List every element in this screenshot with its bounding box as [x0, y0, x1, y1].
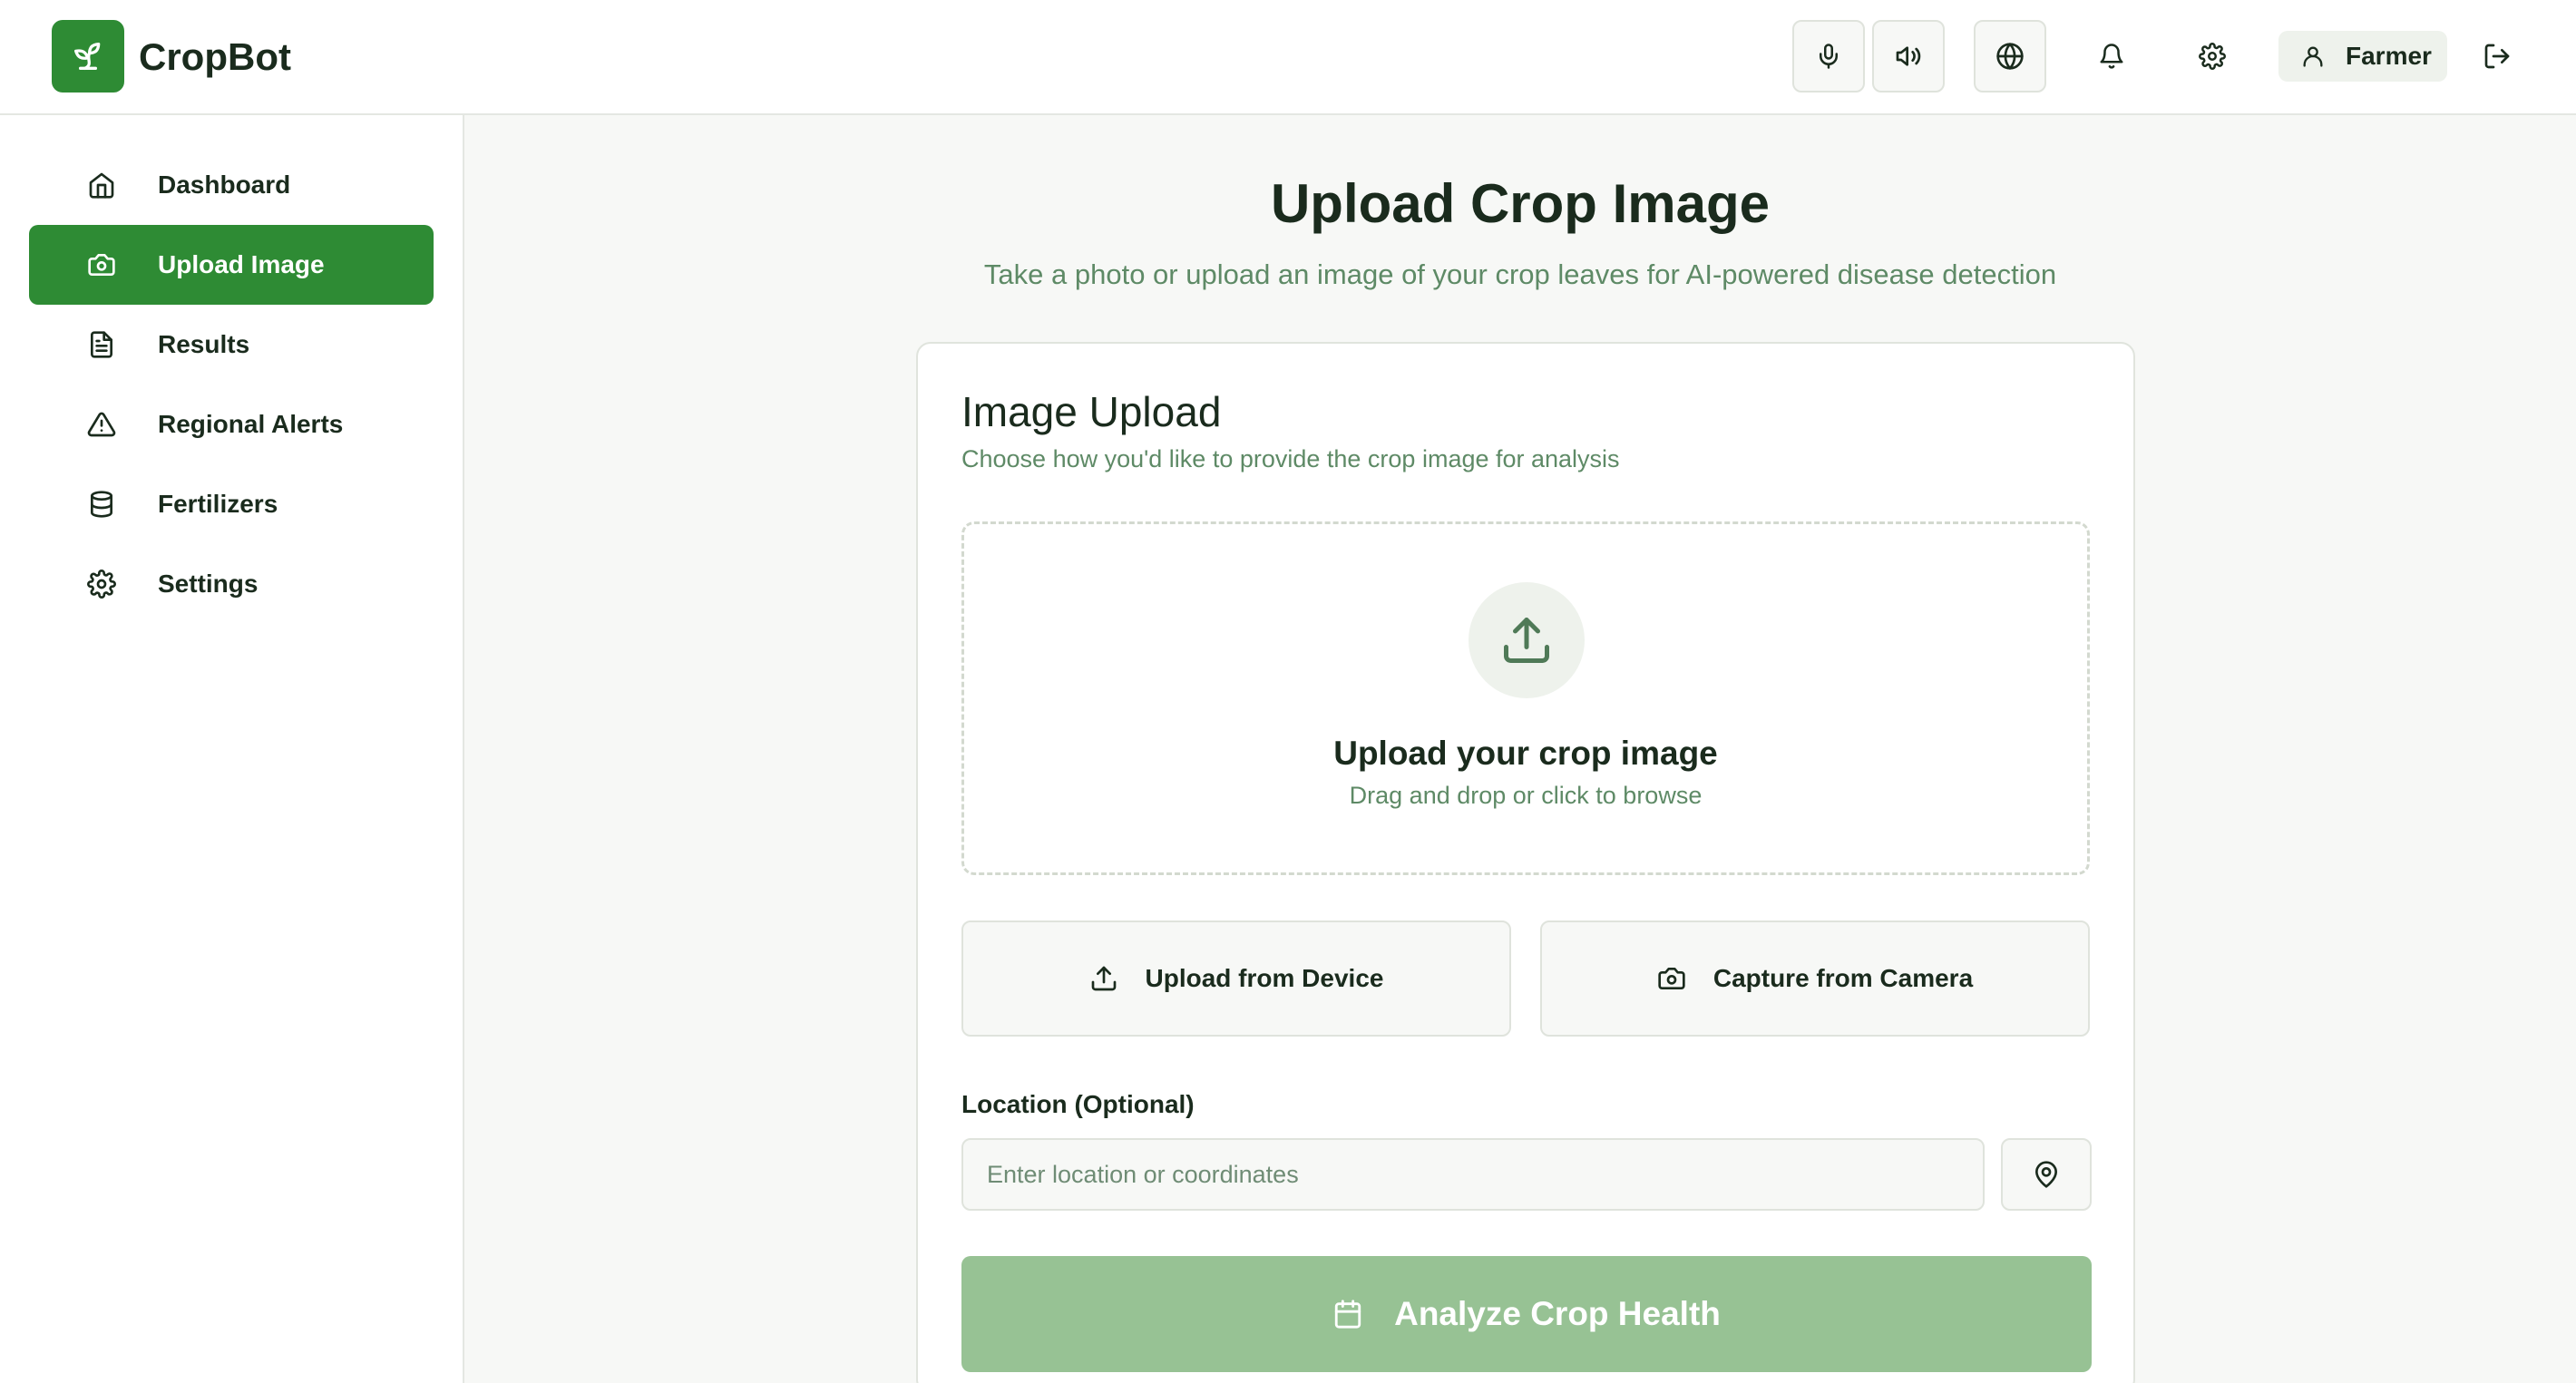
- warning-icon: [85, 408, 118, 441]
- page-title: Upload Crop Image: [1270, 173, 1771, 234]
- calendar-icon: [1334, 1300, 1361, 1329]
- logout-button[interactable]: [2466, 25, 2528, 87]
- camera-icon: [1658, 968, 1685, 989]
- sidebar-item-dashboard[interactable]: Dashboard: [29, 145, 434, 225]
- speaker-button[interactable]: [1872, 20, 1945, 93]
- user-icon: [2303, 46, 2323, 67]
- language-button[interactable]: [1974, 20, 2046, 93]
- bell-icon: [2100, 44, 2123, 69]
- card-title: Image Upload: [961, 388, 1222, 435]
- settings-button[interactable]: [2181, 25, 2243, 87]
- sidebar-item-label: Results: [158, 330, 250, 358]
- sprout-icon: [74, 43, 101, 71]
- document-icon: [85, 328, 118, 361]
- sidebar: Dashboard Upload Image Results Regional …: [0, 115, 464, 1383]
- dropzone-title: Upload your crop image: [1333, 735, 1718, 772]
- analyze-crop-health-button[interactable]: Analyze Crop Health: [961, 1256, 2092, 1372]
- home-icon: [85, 169, 118, 201]
- image-dropzone[interactable]: Upload your crop image Drag and drop or …: [961, 521, 2090, 875]
- sidebar-item-label: Dashboard: [158, 170, 291, 199]
- microphone-button[interactable]: [1792, 20, 1865, 93]
- gear-icon: [2199, 43, 2226, 70]
- sidebar-item-results[interactable]: Results: [29, 305, 434, 385]
- upload-icon: [1504, 618, 1549, 663]
- capture-from-camera-button[interactable]: Capture from Camera: [1540, 920, 2090, 1037]
- image-upload-card: Image Upload Choose how you'd like to pr…: [916, 342, 2135, 1383]
- capture-from-camera-label: Capture from Camera: [1712, 964, 1974, 992]
- database-icon: [85, 488, 118, 521]
- logout-icon: [2484, 44, 2510, 69]
- gear-icon: [85, 568, 118, 600]
- upload-icon-circle: [1469, 582, 1585, 698]
- upload-icon: [1091, 966, 1116, 991]
- sidebar-item-upload-image[interactable]: Upload Image: [29, 225, 434, 305]
- sidebar-item-label: Settings: [158, 570, 259, 598]
- sidebar-item-label: Regional Alerts: [158, 410, 344, 438]
- sidebar-item-fertilizers[interactable]: Fertilizers: [29, 464, 434, 544]
- user-profile-button[interactable]: Farmer: [2278, 31, 2447, 82]
- logo[interactable]: [52, 20, 124, 93]
- sidebar-item-label: Upload Image: [158, 250, 325, 278]
- map-pin-icon: [2035, 1161, 2057, 1188]
- brand-name: CropBot: [139, 35, 291, 78]
- top-header: CropBot Farmer: [0, 0, 2576, 115]
- globe-icon: [1996, 43, 2024, 70]
- location-input[interactable]: [961, 1138, 1985, 1211]
- speaker-icon: [1896, 46, 1921, 66]
- sidebar-item-settings[interactable]: Settings: [29, 544, 434, 624]
- page-subtitle: Take a photo or upload an image of your …: [983, 258, 2057, 290]
- camera-icon: [85, 248, 118, 281]
- microphone-icon: [1820, 44, 1838, 69]
- upload-from-device-label: Upload from Device: [1145, 964, 1384, 992]
- dropzone-subtitle: Drag and drop or click to browse: [1349, 782, 1703, 809]
- user-name: Farmer: [2346, 42, 2432, 70]
- detect-location-button[interactable]: [2001, 1138, 2092, 1211]
- sidebar-item-label: Fertilizers: [158, 490, 278, 518]
- analyze-crop-health-label: Analyze Crop Health: [1394, 1295, 1721, 1332]
- card-subtitle: Choose how you'd like to provide the cro…: [961, 445, 1620, 472]
- upload-from-device-button[interactable]: Upload from Device: [961, 920, 1511, 1037]
- app-root: CropBot Farmer Dashboard Upload Image Re…: [0, 0, 2576, 1383]
- sidebar-item-regional-alerts[interactable]: Regional Alerts: [29, 385, 434, 464]
- notifications-button[interactable]: [2081, 25, 2142, 87]
- location-label: Location (Optional): [961, 1090, 1195, 1118]
